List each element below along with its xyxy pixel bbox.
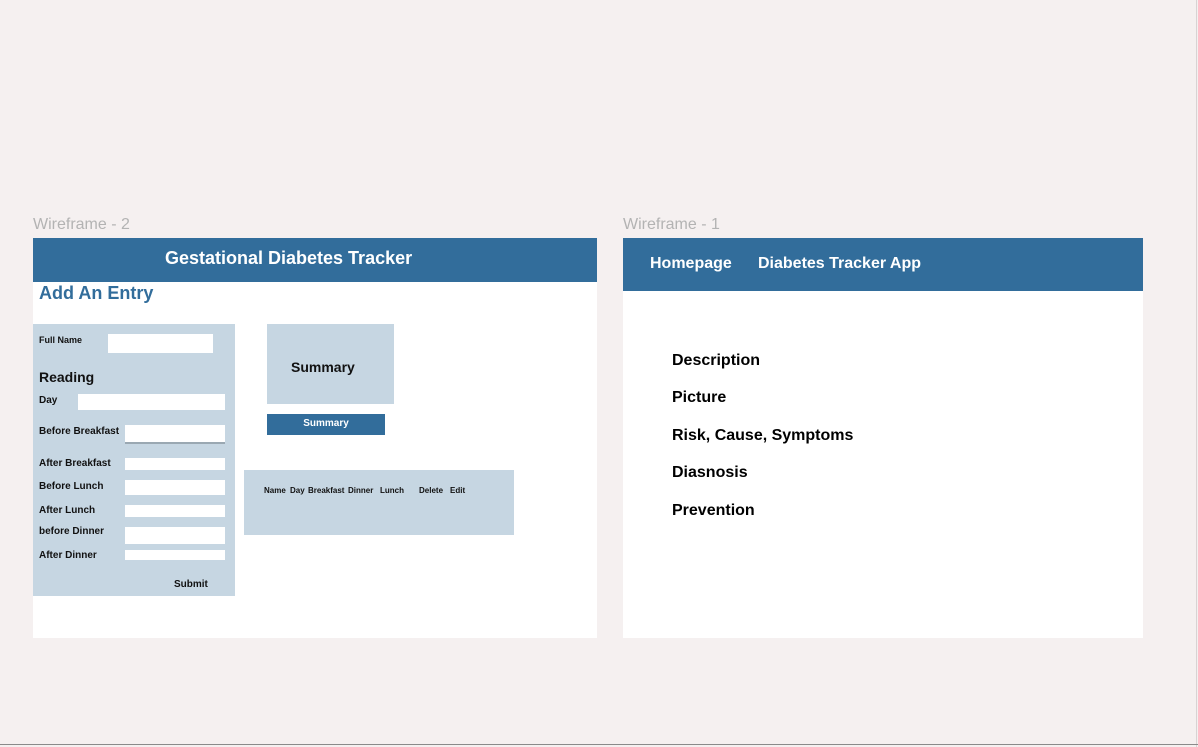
table-header-name: Name (264, 486, 286, 495)
after-breakfast-input[interactable] (125, 458, 225, 470)
canvas-right-edge (1196, 0, 1197, 747)
before-breakfast-input[interactable] (125, 425, 225, 444)
app-nav-bar: Homepage Diabetes Tracker App (623, 238, 1143, 291)
after-breakfast-label: After Breakfast (39, 458, 111, 469)
after-lunch-input[interactable] (125, 505, 225, 517)
wireframe-2-label: Wireframe - 2 (33, 216, 130, 233)
nav-homepage-link[interactable]: Homepage (650, 255, 732, 273)
full-name-input[interactable] (108, 334, 213, 353)
before-lunch-label: Before Lunch (39, 481, 104, 492)
summary-button[interactable]: Summary (267, 414, 385, 435)
before-lunch-input[interactable] (125, 480, 225, 495)
before-breakfast-label: Before Breakfast (39, 426, 120, 437)
wireframe-1-label: Wireframe - 1 (623, 216, 720, 233)
reading-heading: Reading (39, 369, 95, 385)
table-header-breakfast: Breakfast (308, 486, 345, 495)
full-name-label: Full Name (39, 335, 83, 345)
after-lunch-label: After Lunch (39, 505, 96, 516)
canvas-bottom-edge (0, 744, 1198, 745)
menu-item-diagnosis[interactable]: Diasnosis (672, 464, 748, 482)
day-input[interactable] (78, 394, 225, 410)
table-header-dinner: Dinner (348, 486, 374, 495)
tracker-header-bar: Gestational Diabetes Tracker (33, 238, 597, 282)
submit-button[interactable]: Submit (174, 579, 208, 590)
wireframe-2-frame: Gestational Diabetes Tracker Add An Entr… (33, 238, 597, 638)
menu-item-risk[interactable]: Risk, Cause, Symptoms (672, 427, 853, 445)
after-dinner-input[interactable] (125, 550, 225, 560)
before-dinner-input[interactable] (125, 527, 225, 544)
page-heading: Add An Entry (39, 283, 154, 303)
edit-button[interactable]: Edit (450, 486, 465, 495)
nav-app-title[interactable]: Diabetes Tracker App (758, 255, 921, 273)
summary-box: Summary (267, 324, 394, 404)
wireframe-1-frame: Homepage Diabetes Tracker App Descriptio… (623, 238, 1143, 638)
delete-button[interactable]: Delete (419, 486, 443, 495)
entry-form-panel: Full Name Reading Day Before Breakfast A… (33, 324, 235, 596)
day-label: Day (39, 395, 58, 406)
menu-item-prevention[interactable]: Prevention (672, 502, 755, 520)
table-header-day: Day (290, 486, 305, 495)
after-dinner-label: After Dinner (39, 550, 97, 561)
menu-item-picture[interactable]: Picture (672, 389, 726, 407)
entries-table: Name Day Breakfast Dinner Lunch Delete E… (244, 470, 514, 535)
tracker-header-title: Gestational Diabetes Tracker (165, 248, 413, 268)
menu-item-description[interactable]: Description (672, 352, 760, 370)
summary-box-label: Summary (291, 359, 355, 375)
table-header-lunch: Lunch (380, 486, 404, 495)
before-dinner-label: before Dinner (39, 526, 105, 537)
